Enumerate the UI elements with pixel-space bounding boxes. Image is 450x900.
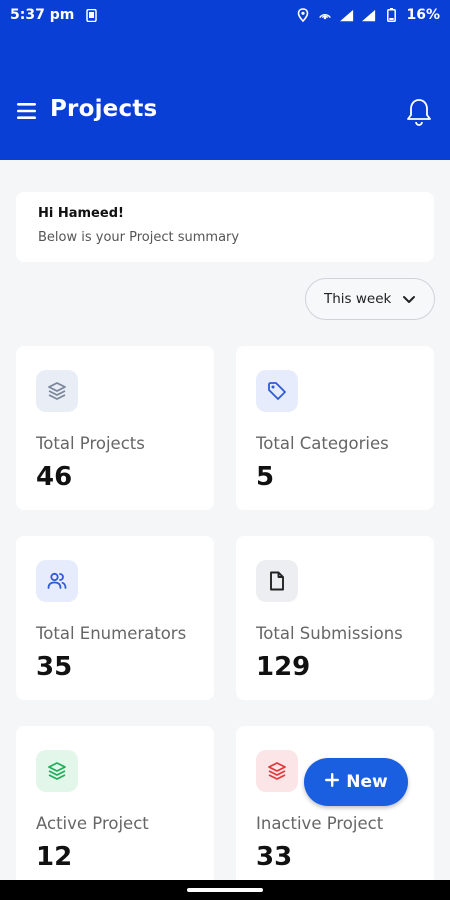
page-title: Projects (50, 96, 158, 122)
file-icon (256, 560, 298, 602)
stat-card-total-projects[interactable]: Total Projects 46 (16, 346, 214, 510)
stat-card-active-project[interactable]: Active Project 12 (16, 726, 214, 890)
stat-label: Active Project (36, 814, 149, 833)
chevron-down-icon (402, 293, 416, 309)
summary-card: Hi Hameed! Below is your Project summary (16, 192, 434, 262)
layers-icon (36, 750, 78, 792)
users-icon (36, 560, 78, 602)
home-handle[interactable] (187, 888, 263, 892)
system-nav-bar (0, 880, 450, 900)
stat-value: 35 (36, 652, 73, 682)
layers-icon (256, 750, 298, 792)
stat-value: 12 (36, 842, 73, 872)
status-time: 5:37 pm (10, 7, 75, 23)
stat-card-inactive-project[interactable]: Inactive Project 33 (236, 726, 434, 890)
stat-value: 129 (256, 652, 311, 682)
app-bar: 5:37 pm 16% Projects (0, 0, 450, 160)
stat-card-total-categories[interactable]: Total Categories 5 (236, 346, 434, 510)
title-row: Projects (0, 90, 450, 134)
signal-icon (340, 8, 354, 22)
period-dropdown[interactable]: This week (305, 278, 435, 320)
status-bar: 5:37 pm 16% (0, 0, 450, 30)
stat-card-total-enumerators[interactable]: Total Enumerators 35 (16, 536, 214, 700)
layers-icon (36, 370, 78, 412)
stat-card-total-submissions[interactable]: Total Submissions 129 (236, 536, 434, 700)
stat-label: Inactive Project (256, 814, 384, 833)
location-icon (296, 8, 310, 22)
menu-icon[interactable] (16, 102, 38, 120)
period-value: This week (324, 291, 392, 307)
battery-icon (384, 8, 398, 22)
greeting: Hi Hameed! (38, 206, 124, 221)
plus-icon (324, 772, 340, 793)
signal-2-icon (362, 8, 376, 22)
new-button-label: New (346, 772, 388, 792)
bell-icon[interactable] (404, 97, 434, 127)
tag-icon (256, 370, 298, 412)
stat-value: 46 (36, 462, 73, 492)
notification-icon (84, 8, 98, 22)
stat-label: Total Enumerators (36, 624, 187, 643)
stat-label: Total Categories (256, 434, 389, 453)
battery-level: 16% (406, 7, 440, 23)
summary-subtitle: Below is your Project summary (38, 230, 240, 245)
stat-value: 5 (256, 462, 275, 492)
hotspot-icon (318, 8, 332, 22)
stat-value: 33 (256, 842, 293, 872)
new-project-button[interactable]: New (304, 758, 408, 806)
stat-label: Total Projects (36, 434, 145, 453)
stat-label: Total Submissions (256, 624, 403, 643)
